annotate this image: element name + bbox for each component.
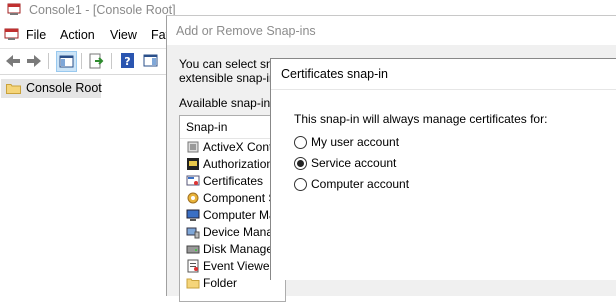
menu-action[interactable]: Action (60, 28, 95, 42)
snapin-label: Event Viewer (203, 259, 274, 273)
show-hide-action-pane-icon[interactable] (141, 51, 161, 71)
svg-text:?: ? (124, 55, 130, 68)
dialog-title: Add or Remove Snap-ins (176, 24, 316, 38)
radio-selected-dot (297, 160, 304, 167)
snapin-label: Folder (203, 276, 238, 290)
radio-button-selected[interactable] (294, 157, 307, 170)
toolbar-separator (48, 53, 49, 69)
forward-arrow-icon[interactable] (24, 51, 44, 71)
snapin-label: Certificates (203, 174, 264, 188)
available-snapins-label: Available snap-ins: (179, 96, 280, 110)
authorization-icon (186, 157, 200, 171)
back-arrow-icon[interactable] (3, 51, 23, 71)
help-icon[interactable]: ? (118, 51, 138, 71)
manage-certificates-instruction: This snap-in will always manage certific… (294, 112, 548, 126)
window-title: Console1 - [Console Root] (29, 3, 176, 17)
export-list-icon[interactable] (86, 51, 106, 71)
console-tree: Console Root (0, 74, 170, 280)
console-menu-icon[interactable] (4, 27, 19, 41)
radio-label[interactable]: Computer account (311, 177, 409, 191)
device-manager-icon (186, 225, 200, 239)
cert-dialog-title: Certificates snap-in (281, 67, 388, 81)
menu-view[interactable]: View (110, 28, 137, 42)
component-services-icon (186, 191, 200, 205)
cert-dialog-title-bar: Certificates snap-in (271, 59, 616, 90)
certificates-snapin-dialog: Certificates snap-in This snap-in will a… (270, 58, 616, 280)
toolbar-separator (111, 53, 112, 69)
folder-icon (6, 83, 21, 94)
toolbar-separator (81, 53, 82, 69)
radio-button-unselected[interactable] (294, 136, 307, 149)
disk-management-icon (186, 242, 200, 256)
computer-management-icon (186, 208, 200, 222)
radio-label[interactable]: My user account (311, 135, 399, 149)
toolbar: ? (0, 48, 170, 73)
tree-item-label: Console Root (26, 81, 102, 95)
menu-file[interactable]: File (26, 28, 46, 42)
radio-button-unselected[interactable] (294, 178, 307, 191)
radio-service-account[interactable]: Service account (294, 156, 494, 172)
menu-bar: File Action View Fav (0, 24, 172, 46)
tree-item-console-root[interactable]: Console Root (1, 79, 102, 98)
radio-label[interactable]: Service account (311, 156, 396, 170)
radio-computer-account[interactable]: Computer account (294, 177, 494, 193)
activex-icon (186, 140, 200, 154)
column-header-label: Snap-in (186, 120, 228, 134)
mmc-app-icon (7, 3, 21, 16)
certificates-icon (186, 174, 200, 188)
show-hide-tree-icon[interactable] (56, 51, 77, 72)
folder-icon (186, 276, 200, 290)
event-viewer-icon (186, 259, 200, 273)
radio-my-user-account[interactable]: My user account (294, 135, 494, 151)
